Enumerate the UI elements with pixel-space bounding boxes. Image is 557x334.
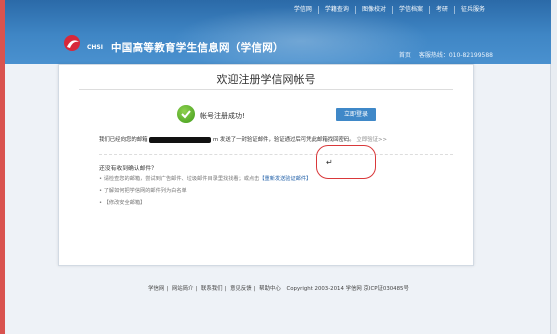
site-title: 中国高等教育学生信息网（学信网） [111,42,284,54]
chsi-logo-icon [64,35,80,51]
login-button[interactable]: 立即登录 [336,108,376,121]
top-nav-item[interactable]: 考研 [430,6,455,14]
footer-link[interactable]: 帮助中心 [259,286,281,292]
whitelist-help-link[interactable]: • 了解如何把学信网的邮件列为白名单 [99,187,187,194]
change-email-link[interactable]: • 【修改安全邮箱】 [99,199,145,206]
enter-symbol: ↵ [326,158,333,167]
footer-link[interactable]: 网站简介 [172,286,194,292]
footer-link[interactable]: 学信网 [148,286,164,292]
footer-link[interactable]: 意见反馈 [230,286,252,292]
help-item-check-inbox: • 请检查您的邮箱，尝试到广告邮件、垃圾邮件目录里找找看；或点击【重新发送验证邮… [99,175,311,182]
message-suffix: m 发送了一封验证邮件，验证通过后可凭此邮箱找回密码。 [212,137,355,143]
home-link[interactable]: 首页 [399,52,411,59]
registration-card: 欢迎注册学信网帐号 帐号注册成功! 立即登录 我们已经向您的邮箱 m 发送了一封… [58,64,474,266]
annotation-callout [316,145,376,179]
section-divider [99,154,453,155]
success-message: 帐号注册成功! [200,112,245,120]
message-prefix: 我们已经向您的邮箱 [99,137,148,143]
resend-email-link[interactable]: 【重新发送验证邮件】 [259,176,311,182]
copyright: Copyright 2003-2014 学信网 京ICP证030485号 [286,286,409,292]
redacted-email [149,136,212,143]
verify-now-link[interactable]: 立即验证>> [356,137,387,143]
title-divider [79,89,453,90]
top-nav-item[interactable]: 学信网 [288,6,319,14]
top-nav-item[interactable]: 学籍查询 [319,6,356,14]
help-title: 还没有收到确认邮件？ [99,166,157,172]
footer-link[interactable]: 联系我们 [201,286,223,292]
help-text: • 请检查您的邮箱，尝试到广告邮件、垃圾邮件目录里找找看；或点击 [99,176,260,182]
top-nav-item[interactable]: 学信档案 [393,6,430,14]
email-sent-message: 我们已经向您的邮箱 m 发送了一封验证邮件，验证通过后可凭此邮箱找回密码。 立即… [99,135,387,143]
logo-text: CHSI [87,44,103,51]
footer: 学信网 | 网站简介 | 联系我们 | 意见反馈 | 帮助中心 Copyright 20… [148,286,409,292]
top-nav: 学信网 学籍查询 图像校对 学信档案 考研 征兵服务 [288,6,491,14]
header-sub-nav: 首页 客服热线：010-82199588 [393,50,493,59]
top-nav-item[interactable]: 图像校对 [356,6,393,14]
page-title: 欢迎注册学信网帐号 [216,73,316,86]
top-nav-item[interactable]: 征兵服务 [455,6,491,14]
success-check-icon [177,105,195,123]
hotline: 客服热线：010-82199588 [418,52,493,59]
site-header: 学信网 学籍查询 图像校对 学信档案 考研 征兵服务 CHSI 中国高等教育学生… [5,0,551,64]
